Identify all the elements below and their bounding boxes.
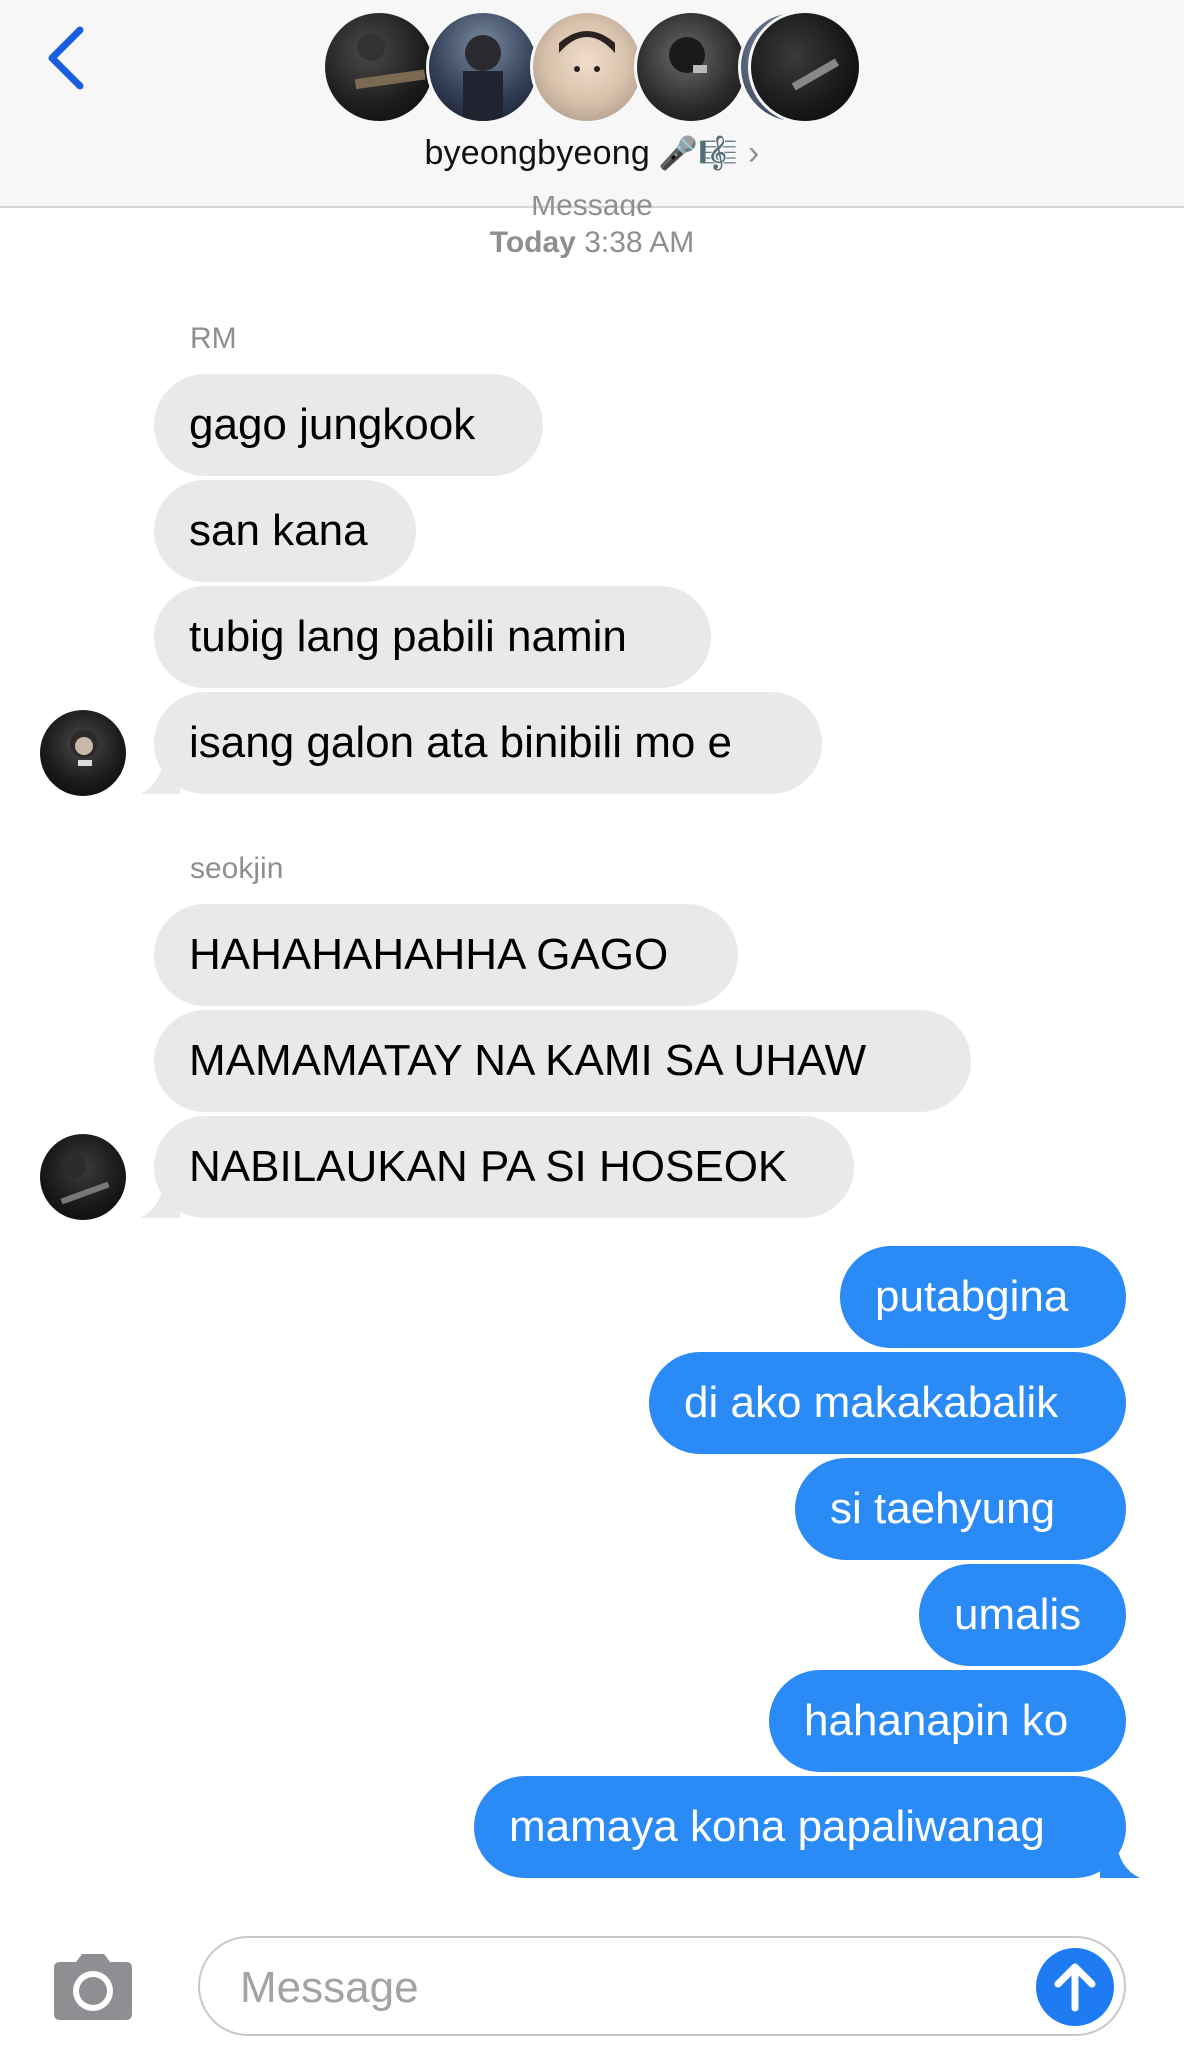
message-input-container bbox=[198, 1936, 1126, 2036]
incoming-message[interactable]: isang galon ata binibili mo e bbox=[154, 692, 822, 794]
sender-avatar[interactable] bbox=[40, 710, 126, 796]
conversation-header: byeongbyeong 🎤🎼 › bbox=[0, 0, 1184, 208]
timestamp-time: 3:38 AM bbox=[584, 226, 695, 259]
incoming-message[interactable]: san kana bbox=[154, 480, 416, 582]
participant-avatar bbox=[748, 10, 862, 124]
group-name-text: byeongbyeong bbox=[424, 134, 650, 172]
back-chevron-icon[interactable] bbox=[40, 22, 100, 94]
bubble-tail bbox=[140, 754, 180, 794]
sender-name: RM bbox=[190, 322, 237, 355]
outgoing-message[interactable]: di ako makakabalik bbox=[649, 1352, 1126, 1454]
arrow-up-icon bbox=[1054, 1963, 1096, 2012]
scrolled-header-remnant: Message bbox=[531, 196, 653, 216]
timestamp-day: Today bbox=[489, 226, 576, 259]
participant-avatar bbox=[634, 10, 748, 124]
outgoing-message[interactable]: mamaya kona papaliwanag bbox=[474, 1776, 1126, 1878]
camera-icon[interactable] bbox=[48, 1950, 138, 2022]
incoming-message[interactable]: MAMAMATAY NA KAMI SA UHAW bbox=[154, 1010, 971, 1112]
outgoing-message[interactable]: si taehyung bbox=[795, 1458, 1126, 1560]
timestamp: Today 3:38 AM bbox=[0, 226, 1184, 260]
incoming-message[interactable]: gago jungkook bbox=[154, 374, 543, 476]
chevron-right-icon: › bbox=[748, 134, 760, 172]
sender-avatar[interactable] bbox=[40, 1134, 126, 1220]
group-emoji: 🎤🎼 bbox=[657, 134, 739, 172]
sender-name: seokjin bbox=[190, 852, 284, 885]
incoming-message[interactable]: HAHAHAHAHHA GAGO bbox=[154, 904, 738, 1006]
incoming-message[interactable]: NABILAUKAN PA SI HOSEOK bbox=[154, 1116, 854, 1218]
outgoing-message[interactable]: hahanapin ko bbox=[769, 1670, 1126, 1772]
participant-avatar bbox=[426, 10, 540, 124]
group-name[interactable]: byeongbyeong 🎤🎼 › bbox=[0, 134, 1184, 173]
send-button[interactable] bbox=[1036, 1948, 1114, 2026]
bubble-tail bbox=[1100, 1838, 1140, 1878]
incoming-message[interactable]: tubig lang pabili namin bbox=[154, 586, 711, 688]
bubble-tail bbox=[140, 1178, 180, 1218]
participant-avatar bbox=[530, 10, 644, 124]
outgoing-message[interactable]: putabgina bbox=[840, 1246, 1126, 1348]
message-input[interactable] bbox=[238, 1958, 1002, 2018]
outgoing-message[interactable]: umalis bbox=[919, 1564, 1126, 1666]
participant-avatar bbox=[322, 10, 436, 124]
